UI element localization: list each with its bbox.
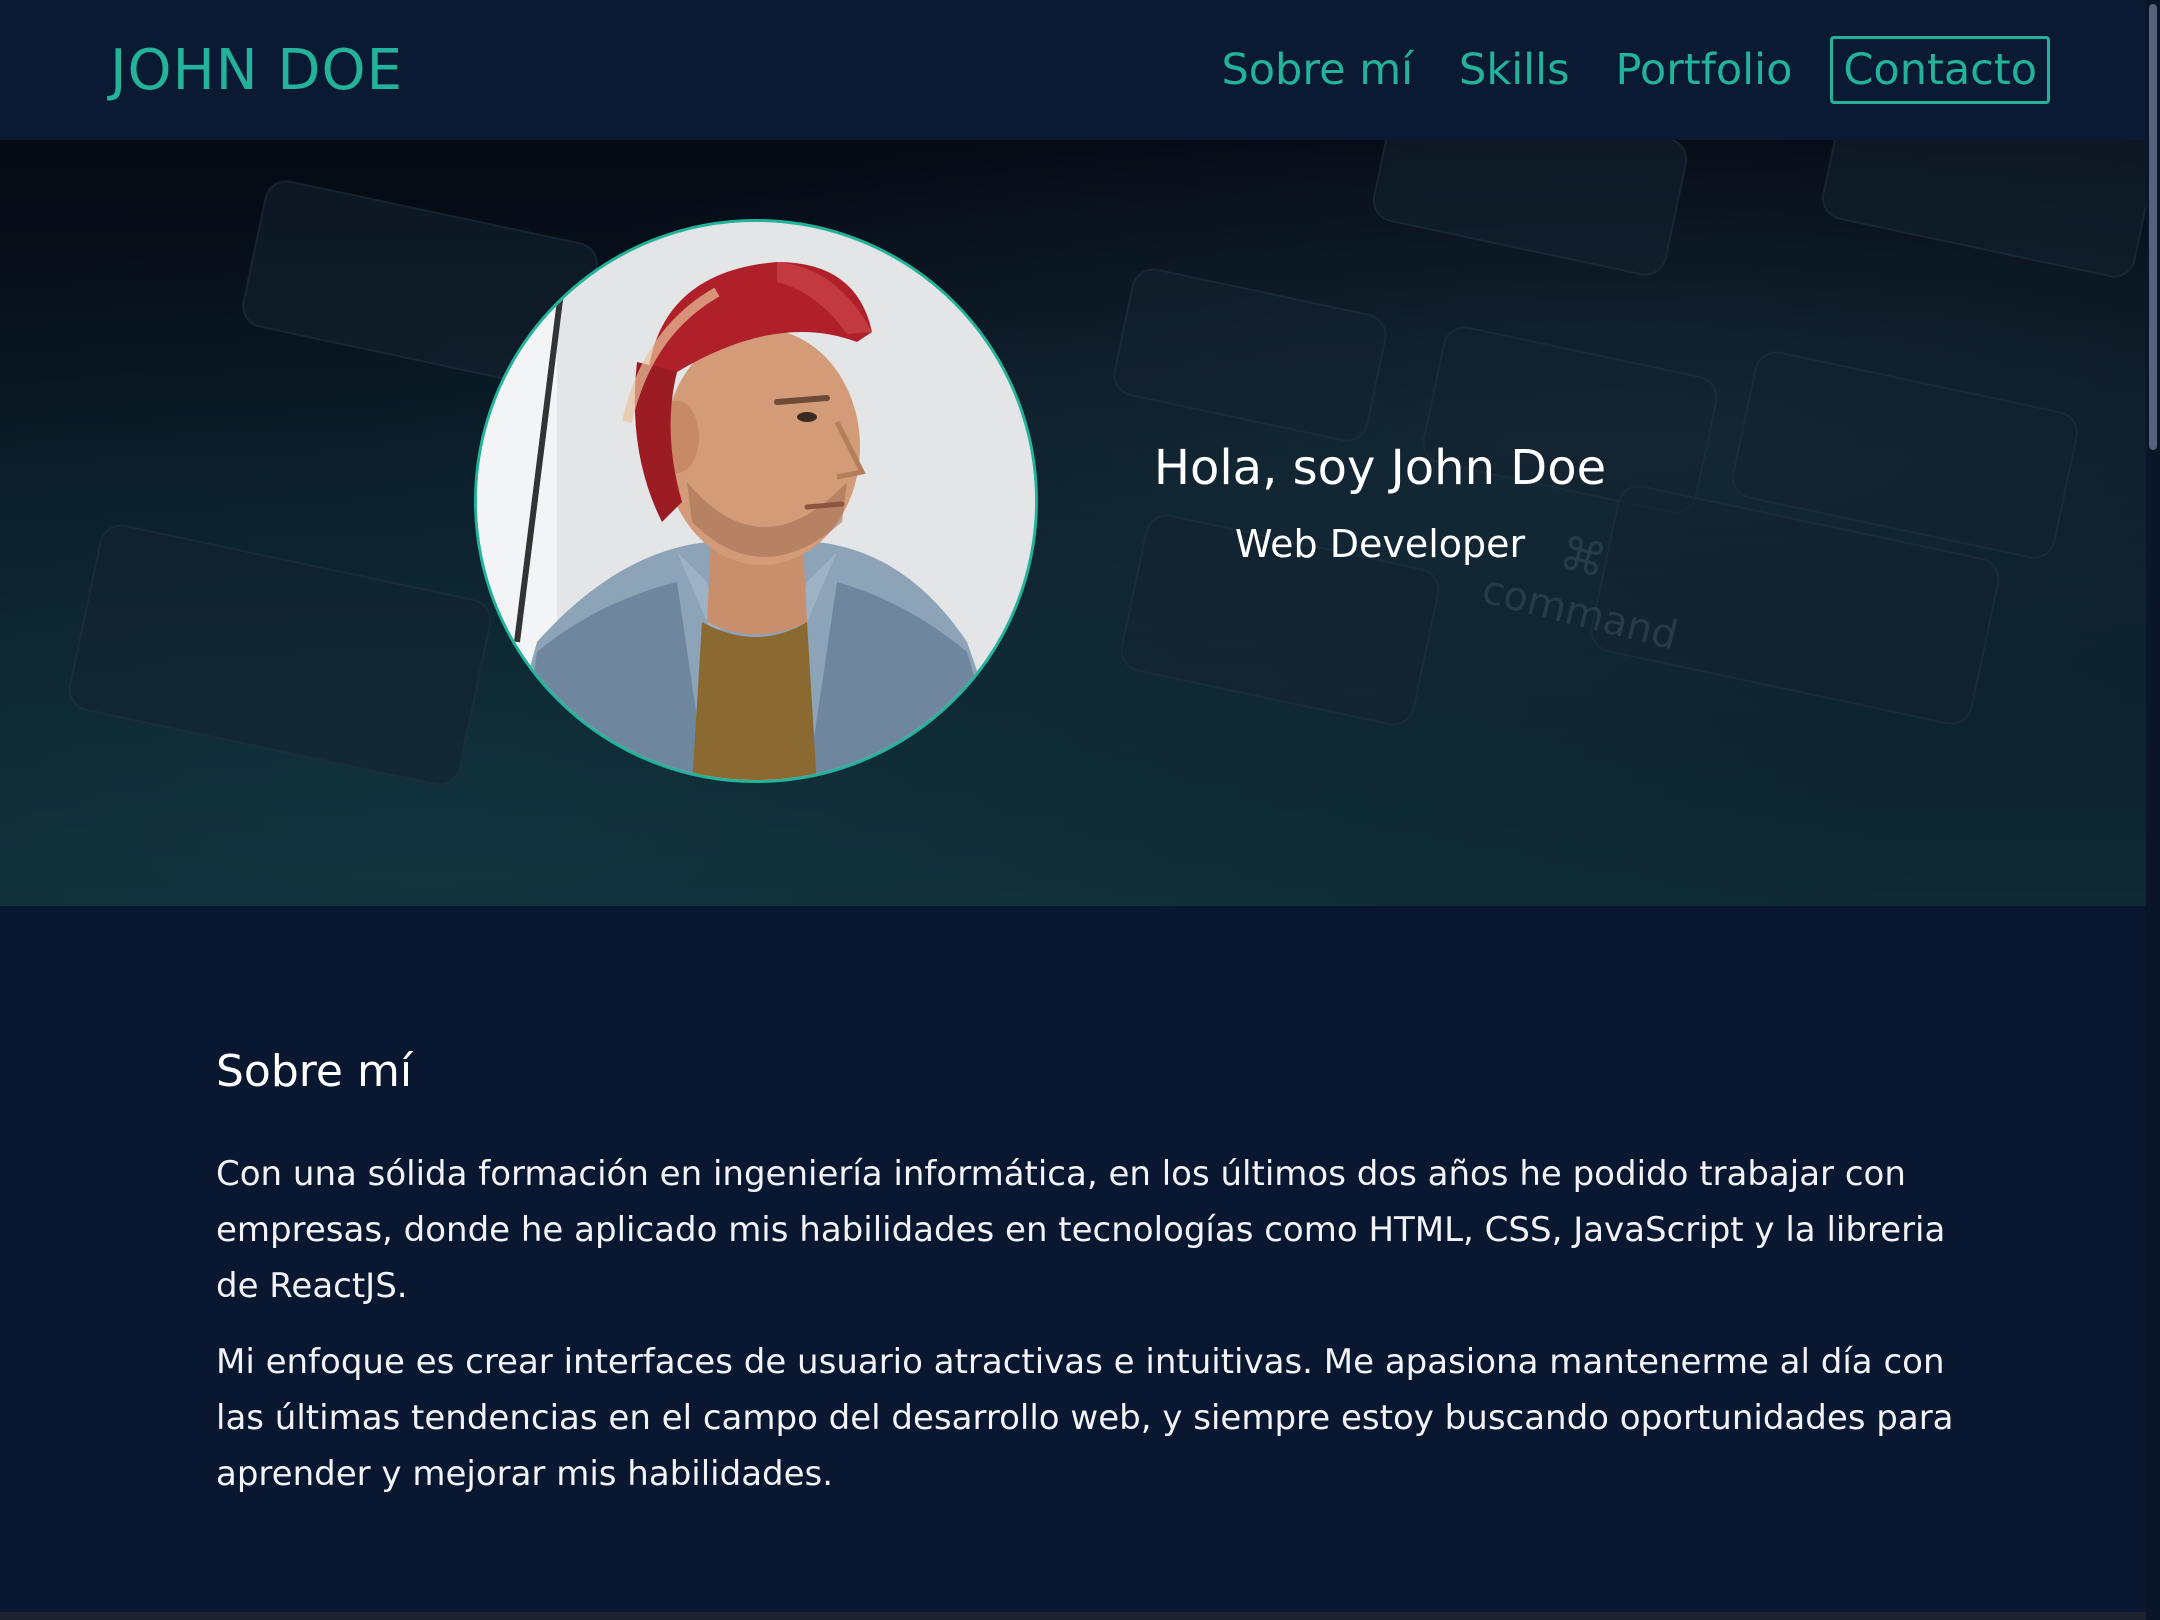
scrollbar[interactable]: [2146, 0, 2160, 1620]
avatar: [474, 219, 1038, 783]
about-section: Sobre mí Con una sólida formación en ing…: [0, 906, 2146, 1620]
hero-text: Hola, soy John Doe Web Developer: [1110, 440, 1650, 566]
hero-section: command ⌘ Hola, soy John Doe Web Develop…: [0, 140, 2146, 906]
about-paragraph-2: Mi enfoque es crear interfaces de usuari…: [216, 1342, 1954, 1494]
nav-link-skills[interactable]: Skills: [1459, 45, 1569, 95]
nav-link-contacto[interactable]: Contacto: [1830, 36, 2050, 104]
site-header: JOHN DOE Sobre mí Skills Portfolio Conta…: [0, 0, 2160, 140]
next-section-edge: [0, 1612, 2146, 1620]
brand-logo[interactable]: JOHN DOE: [110, 38, 403, 103]
avatar-image: [477, 222, 1035, 780]
page: JOHN DOE Sobre mí Skills Portfolio Conta…: [0, 0, 2160, 1620]
nav-link-sobre-mi[interactable]: Sobre mí: [1221, 45, 1413, 95]
nav-link-portfolio[interactable]: Portfolio: [1615, 45, 1792, 95]
hero-subtitle: Web Developer: [1234, 522, 1526, 566]
about-heading: Sobre mí: [216, 1046, 413, 1097]
scrollbar-thumb[interactable]: [2149, 4, 2157, 450]
about-paragraph-1: Con una sólida formación en ingeniería i…: [216, 1154, 1946, 1306]
hero-title: Hola, soy John Doe: [1153, 440, 1607, 496]
main-nav: Sobre mí Skills Portfolio Contacto: [1175, 36, 2050, 104]
